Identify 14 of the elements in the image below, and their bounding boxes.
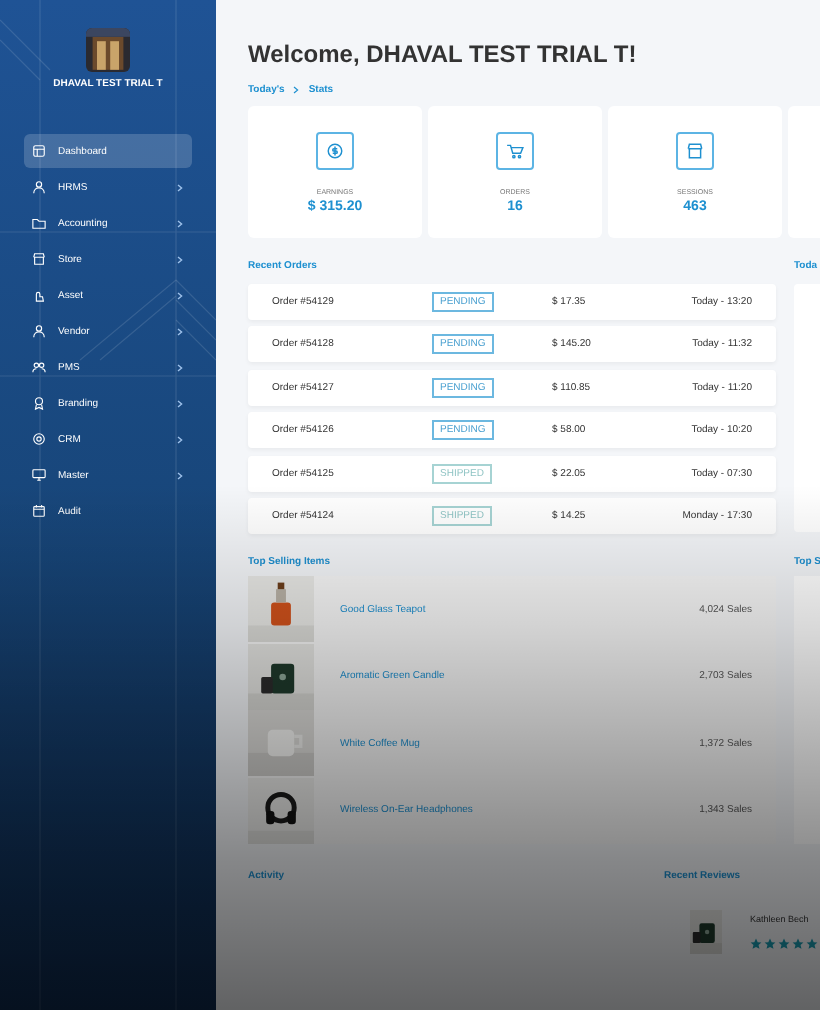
storefront-icon <box>32 252 46 266</box>
person-icon <box>32 324 46 338</box>
award-icon <box>32 396 46 410</box>
calendar-icon <box>32 504 46 518</box>
people-icon <box>32 360 46 374</box>
cart-icon <box>506 141 524 159</box>
storefront-icon <box>686 141 704 159</box>
dashboard-icon <box>32 144 46 158</box>
monitor-icon <box>32 468 46 482</box>
dollar-icon <box>326 141 344 159</box>
page-title: Welcome, DHAVAL TEST TRIAL T! <box>248 40 639 68</box>
person-icon <box>32 180 46 194</box>
chevron-icon <box>292 86 301 94</box>
folder-icon <box>32 216 46 230</box>
